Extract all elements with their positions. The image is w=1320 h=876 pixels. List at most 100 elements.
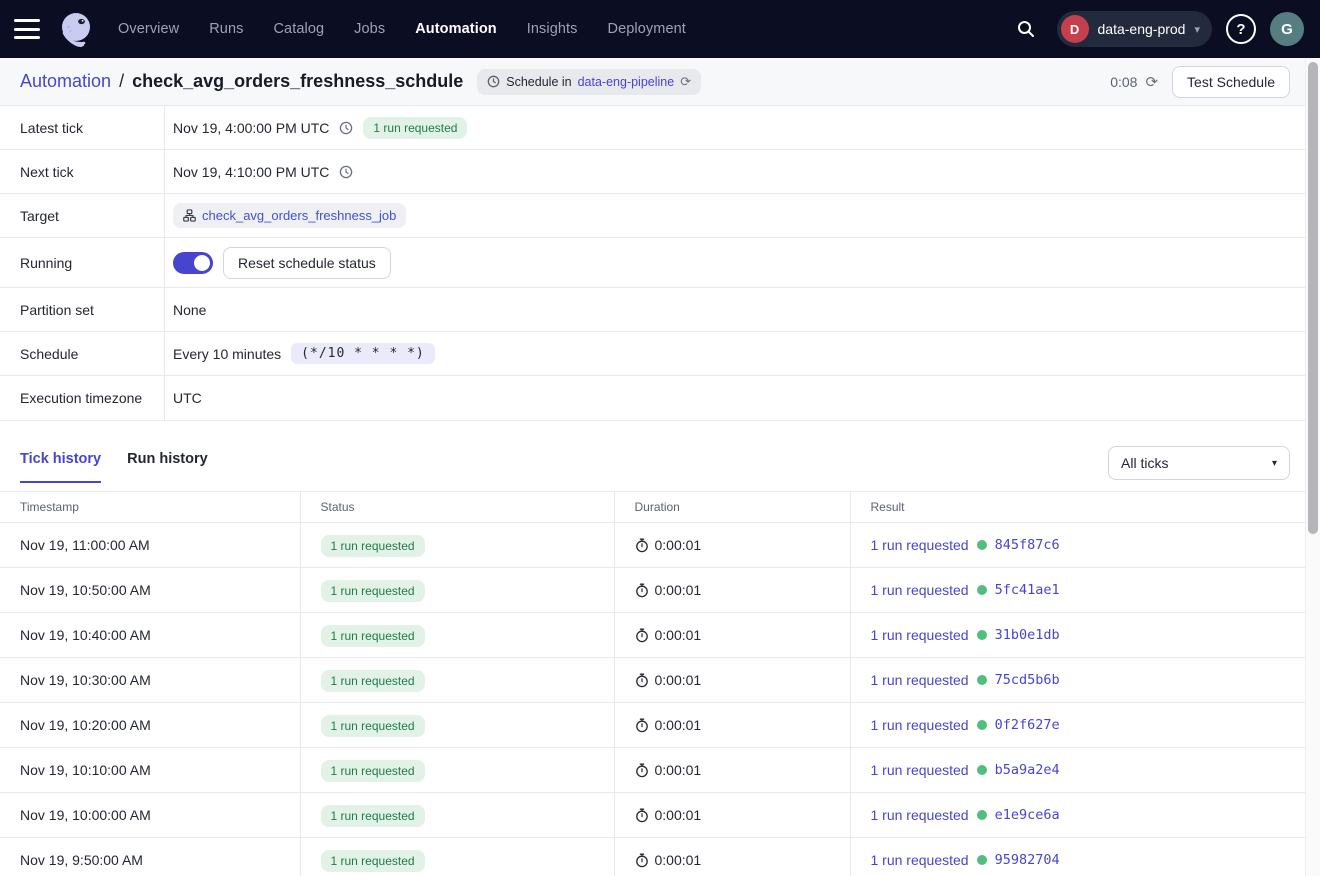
nav-item[interactable]: Catalog [273, 21, 324, 37]
help-icon[interactable]: ? [1226, 14, 1256, 44]
timezone-value: UTC [173, 390, 202, 406]
target-job-link[interactable]: check_avg_orders_freshness_job [202, 208, 396, 223]
table-row: Nov 19, 9:50:00 AM 1 run requested 0:00:… [0, 838, 1305, 876]
run-id-link[interactable]: 845f87c6 [995, 537, 1060, 553]
tick-status-badge: 1 run requested [321, 715, 425, 737]
tick-timestamp: Nov 19, 10:10:00 AM [20, 762, 151, 778]
prop-row-next-tick: Next tick Nov 19, 4:10:00 PM UTC [0, 150, 1320, 194]
nav-items: Overview Runs Catalog Jobs Automation In… [118, 21, 686, 37]
run-id-link[interactable]: 95982704 [995, 852, 1060, 868]
tick-result-link[interactable]: 1 run requested [871, 537, 969, 553]
tick-timestamp: Nov 19, 10:30:00 AM [20, 672, 151, 688]
nav-item[interactable]: Insights [527, 21, 578, 37]
chevron-down-icon: ▾ [1194, 23, 1200, 36]
search-icon[interactable] [1009, 12, 1043, 46]
refresh-icon[interactable]: ⟳ [1145, 73, 1158, 91]
tick-timestamp: Nov 19, 10:40:00 AM [20, 627, 151, 643]
workspace-avatar: D [1061, 15, 1089, 43]
breadcrumb-automation-link[interactable]: Automation [20, 71, 111, 92]
test-schedule-button[interactable]: Test Schedule [1172, 66, 1290, 98]
stopwatch-icon [635, 538, 649, 553]
tick-filter-select[interactable]: All ticks ▾ [1108, 446, 1290, 480]
menu-hamburger-icon[interactable] [14, 19, 40, 39]
stopwatch-icon [635, 763, 649, 778]
refresh-countdown: 0:08 [1110, 74, 1137, 90]
stopwatch-icon [635, 673, 649, 688]
tick-result-link[interactable]: 1 run requested [871, 762, 969, 778]
tick-rows: Nov 19, 11:00:00 AM 1 run requested 0:00… [0, 523, 1305, 876]
tick-result-link[interactable]: 1 run requested [871, 672, 969, 688]
tick-status-badge: 1 run requested [321, 805, 425, 827]
schedule-description: Every 10 minutes [173, 346, 281, 362]
col-header-timestamp: Timestamp [0, 492, 300, 523]
tick-result-link[interactable]: 1 run requested [871, 582, 969, 598]
tab-run-history[interactable]: Run history [127, 451, 208, 483]
tick-duration: 0:00:01 [655, 627, 702, 643]
stopwatch-icon [635, 853, 649, 868]
prop-label: Schedule [0, 332, 165, 375]
target-job-pill: check_avg_orders_freshness_job [173, 203, 406, 228]
tick-duration: 0:00:01 [655, 717, 702, 733]
run-status-dot-icon [977, 585, 987, 595]
latest-tick-status-badge: 1 run requested [363, 117, 467, 139]
run-id-link[interactable]: 31b0e1db [995, 627, 1060, 643]
tick-result-link[interactable]: 1 run requested [871, 807, 969, 823]
stopwatch-icon [635, 628, 649, 643]
run-id-link[interactable]: e1e9ce6a [995, 807, 1060, 823]
prop-row-schedule: Schedule Every 10 minutes (*/10 * * * *) [0, 332, 1320, 376]
tick-timestamp: Nov 19, 9:50:00 AM [20, 852, 143, 868]
repo-link[interactable]: data-eng-pipeline [578, 75, 675, 89]
prop-label: Execution timezone [0, 376, 165, 420]
tick-status-badge: 1 run requested [321, 670, 425, 692]
tick-result-link[interactable]: 1 run requested [871, 852, 969, 868]
run-id-link[interactable]: 0f2f627e [995, 717, 1060, 733]
page-body: Automation / check_avg_orders_freshness_… [0, 58, 1320, 876]
col-header-result: Result [850, 492, 1305, 523]
tick-status-badge: 1 run requested [321, 850, 425, 872]
tick-status-badge: 1 run requested [321, 580, 425, 602]
top-nav: Overview Runs Catalog Jobs Automation In… [0, 0, 1320, 58]
run-id-link[interactable]: 75cd5b6b [995, 672, 1060, 688]
run-id-link[interactable]: b5a9a2e4 [995, 762, 1060, 778]
latest-tick-value: Nov 19, 4:00:00 PM UTC [173, 120, 329, 136]
nav-item[interactable]: Automation [415, 21, 497, 37]
nav-item[interactable]: Runs [209, 21, 243, 37]
run-status-dot-icon [977, 540, 987, 550]
schedule-location-badge: Schedule in data-eng-pipeline ⟳ [477, 69, 701, 95]
tab-tick-history[interactable]: Tick history [20, 451, 101, 483]
tick-duration: 0:00:01 [655, 672, 702, 688]
vertical-scrollbar-track[interactable] [1305, 58, 1320, 876]
prop-row-latest-tick: Latest tick Nov 19, 4:00:00 PM UTC 1 run… [0, 106, 1320, 150]
dagster-logo-icon[interactable] [56, 9, 96, 49]
tick-result-link[interactable]: 1 run requested [871, 717, 969, 733]
table-row: Nov 19, 10:40:00 AM 1 run requested 0:00… [0, 613, 1305, 658]
nav-item[interactable]: Deployment [608, 21, 686, 37]
stopwatch-icon [635, 718, 649, 733]
run-status-dot-icon [977, 765, 987, 775]
tick-result-link[interactable]: 1 run requested [871, 627, 969, 643]
tick-timestamp: Nov 19, 10:00:00 AM [20, 807, 151, 823]
page-header: Automation / check_avg_orders_freshness_… [0, 58, 1320, 106]
user-avatar[interactable]: G [1270, 12, 1304, 46]
prop-row-running: Running Reset schedule status [0, 238, 1320, 288]
running-toggle[interactable] [173, 252, 213, 274]
table-row: Nov 19, 10:20:00 AM 1 run requested 0:00… [0, 703, 1305, 748]
workspace-switcher[interactable]: D data-eng-prod ▾ [1057, 11, 1212, 47]
tick-duration: 0:00:01 [655, 852, 702, 868]
reload-repo-icon[interactable]: ⟳ [680, 74, 691, 90]
col-header-status: Status [300, 492, 614, 523]
run-status-dot-icon [977, 810, 987, 820]
reset-schedule-status-button[interactable]: Reset schedule status [223, 247, 391, 279]
table-row: Nov 19, 10:50:00 AM 1 run requested 0:00… [0, 568, 1305, 613]
tick-timestamp: Nov 19, 10:50:00 AM [20, 582, 151, 598]
tick-duration: 0:00:01 [655, 582, 702, 598]
select-caret-icon: ▾ [1272, 458, 1277, 469]
tick-status-badge: 1 run requested [321, 535, 425, 557]
prop-row-target: Target check_avg_orders_freshness_job [0, 194, 1320, 238]
badge-prefix: Schedule in [506, 75, 571, 89]
nav-item[interactable]: Jobs [354, 21, 385, 37]
tick-history-table: Timestamp Status Duration Result Nov 19,… [0, 491, 1305, 876]
vertical-scrollbar-thumb[interactable] [1308, 62, 1318, 534]
run-id-link[interactable]: 5fc41ae1 [995, 582, 1060, 598]
nav-item[interactable]: Overview [118, 21, 179, 37]
